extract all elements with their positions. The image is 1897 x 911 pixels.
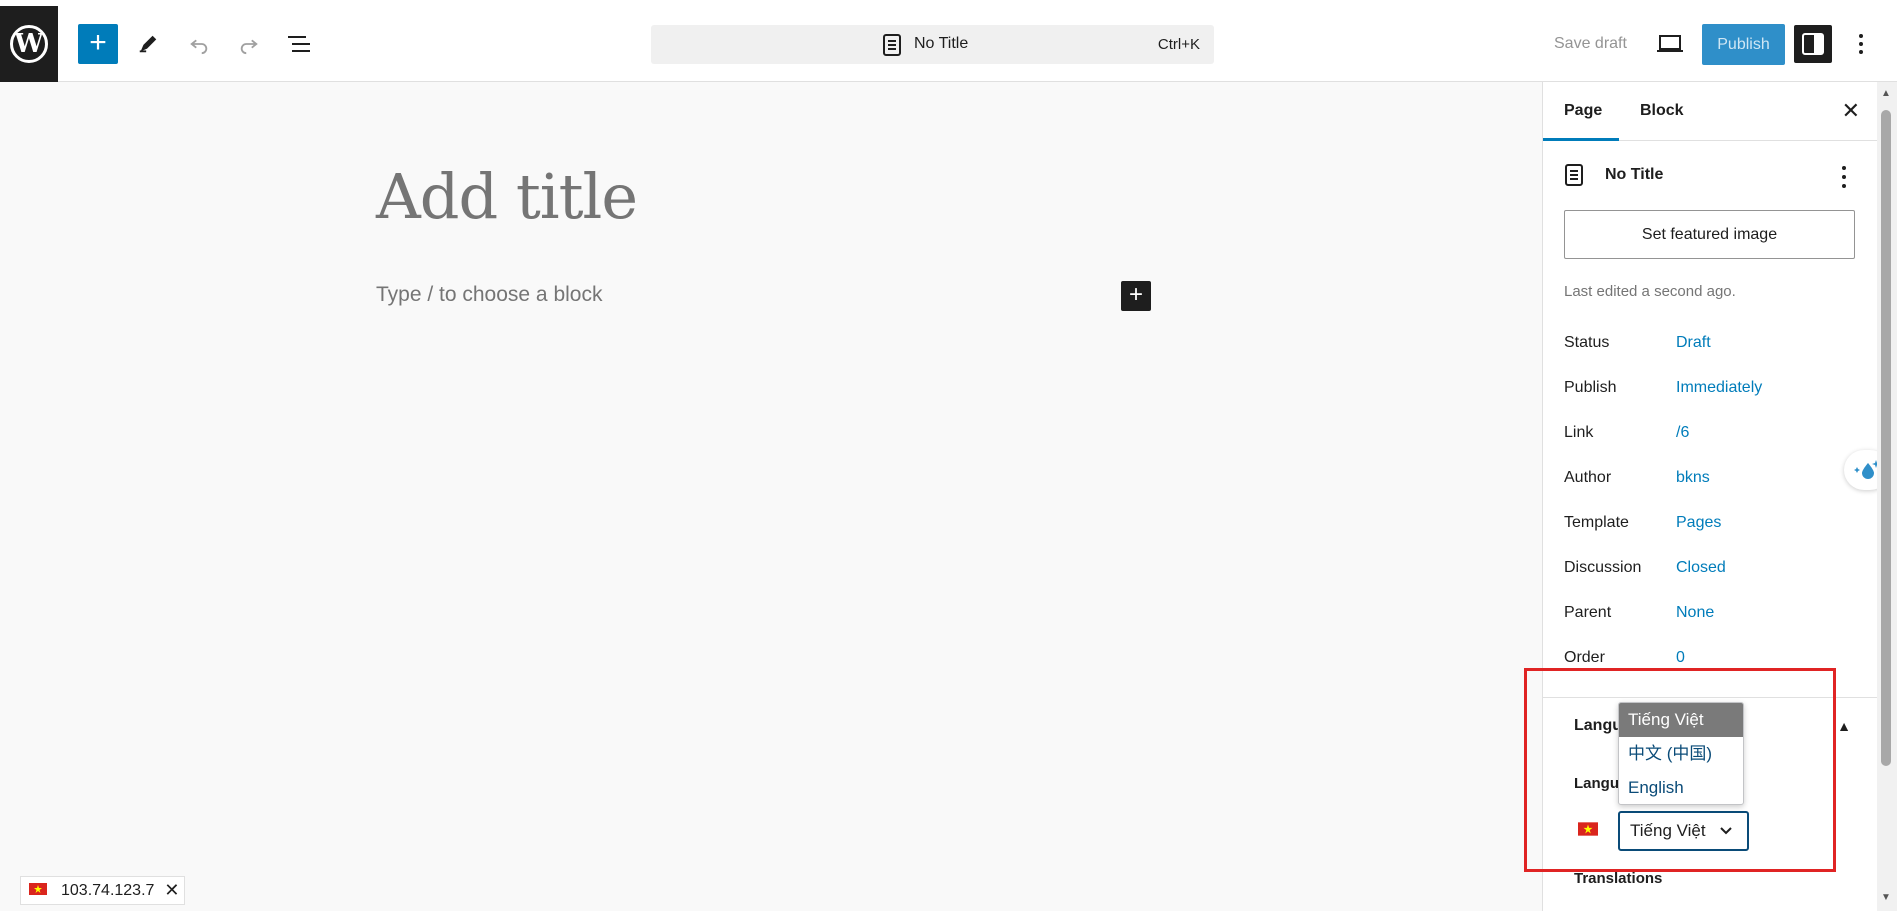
command-palette-bar[interactable]: No Title Ctrl+K bbox=[651, 25, 1214, 64]
meta-row-status: Status Draft bbox=[1564, 334, 1864, 354]
meta-key: Parent bbox=[1564, 604, 1612, 621]
sidebar-tabs: Page Block ✕ bbox=[1543, 82, 1878, 141]
settings-sidebar-toggle[interactable] bbox=[1794, 25, 1832, 63]
meta-value-discussion[interactable]: Closed bbox=[1676, 559, 1726, 577]
scrollbar-thumb[interactable] bbox=[1881, 110, 1891, 766]
ip-badge: 103.74.123.7 ✕ bbox=[20, 876, 185, 905]
meta-row-order: Order 0 bbox=[1564, 649, 1864, 669]
command-bar-shortcut: Ctrl+K bbox=[1157, 36, 1200, 53]
meta-row-author: Author bkns bbox=[1564, 469, 1864, 489]
page-document-icon bbox=[1565, 164, 1583, 191]
meta-key: Author bbox=[1564, 469, 1612, 486]
meta-key: Template bbox=[1564, 514, 1629, 531]
editor-header: W + No Title Ctrl+K Save draft Publish bbox=[0, 0, 1897, 82]
block-appender-placeholder[interactable]: Type / to choose a block bbox=[376, 283, 602, 307]
meta-row-publish: Publish Immediately bbox=[1564, 379, 1864, 399]
meta-key: Link bbox=[1564, 424, 1594, 441]
wordpress-logo-button[interactable]: W bbox=[0, 6, 58, 82]
tab-block[interactable]: Block bbox=[1640, 102, 1684, 120]
last-edited-text: Last edited a second ago. bbox=[1564, 283, 1736, 300]
meta-value-status[interactable]: Draft bbox=[1676, 334, 1711, 352]
close-sidebar-icon[interactable]: ✕ bbox=[1842, 98, 1860, 124]
meta-row-template: Template Pages bbox=[1564, 514, 1864, 534]
wordpress-logo-icon: W bbox=[10, 25, 48, 63]
pencil-tool-icon[interactable] bbox=[132, 28, 164, 60]
publish-button[interactable]: Publish bbox=[1702, 24, 1785, 65]
scroll-up-arrow-icon[interactable]: ▲ bbox=[1881, 88, 1891, 99]
ip-badge-close-icon[interactable]: ✕ bbox=[164, 880, 179, 901]
redo-icon[interactable] bbox=[233, 28, 265, 60]
meta-row-discussion: Discussion Closed bbox=[1564, 559, 1864, 579]
undo-icon[interactable] bbox=[183, 28, 215, 60]
preview-desktop-icon[interactable] bbox=[1657, 34, 1683, 59]
ip-address: 103.74.123.7 bbox=[61, 881, 155, 899]
annotation-highlight-box bbox=[1524, 668, 1836, 872]
meta-value-link[interactable]: /6 bbox=[1676, 424, 1689, 442]
inline-inserter-button[interactable]: + bbox=[1121, 281, 1151, 311]
scroll-down-arrow-icon[interactable]: ▼ bbox=[1881, 892, 1891, 903]
page-actions-more-icon[interactable] bbox=[1841, 166, 1847, 188]
post-title-placeholder[interactable]: Add title bbox=[376, 160, 638, 233]
document-overview-icon[interactable] bbox=[283, 28, 315, 60]
meta-key: Order bbox=[1564, 649, 1605, 666]
more-options-icon[interactable] bbox=[1856, 30, 1866, 58]
meta-value-template[interactable]: Pages bbox=[1676, 514, 1721, 532]
save-draft-button[interactable]: Save draft bbox=[1554, 35, 1627, 53]
set-featured-image-button[interactable]: Set featured image bbox=[1564, 210, 1855, 259]
document-icon bbox=[883, 34, 901, 61]
block-inserter-toggle[interactable]: + bbox=[78, 24, 118, 64]
active-tab-indicator bbox=[1543, 138, 1619, 141]
editor-canvas[interactable]: Add title Type / to choose a block + 103… bbox=[0, 82, 1542, 911]
meta-key: Discussion bbox=[1564, 559, 1642, 576]
meta-value-author[interactable]: bkns bbox=[1676, 469, 1710, 487]
tab-page[interactable]: Page bbox=[1564, 102, 1602, 120]
meta-value-publish[interactable]: Immediately bbox=[1676, 379, 1762, 397]
meta-row-link: Link /6 bbox=[1564, 424, 1864, 444]
sidebar-icon bbox=[1802, 33, 1824, 55]
meta-key: Status bbox=[1564, 334, 1610, 351]
vietnam-flag-icon bbox=[29, 882, 47, 900]
command-bar-title: No Title bbox=[914, 35, 969, 52]
meta-value-parent[interactable]: None bbox=[1676, 604, 1714, 622]
meta-value-order[interactable]: 0 bbox=[1676, 649, 1685, 667]
collapse-arrow-icon[interactable]: ▲ bbox=[1837, 718, 1851, 734]
page-title: No Title bbox=[1605, 166, 1664, 183]
meta-row-parent: Parent None bbox=[1564, 604, 1864, 624]
meta-key: Publish bbox=[1564, 379, 1617, 396]
translations-label: Translations bbox=[1574, 870, 1663, 887]
